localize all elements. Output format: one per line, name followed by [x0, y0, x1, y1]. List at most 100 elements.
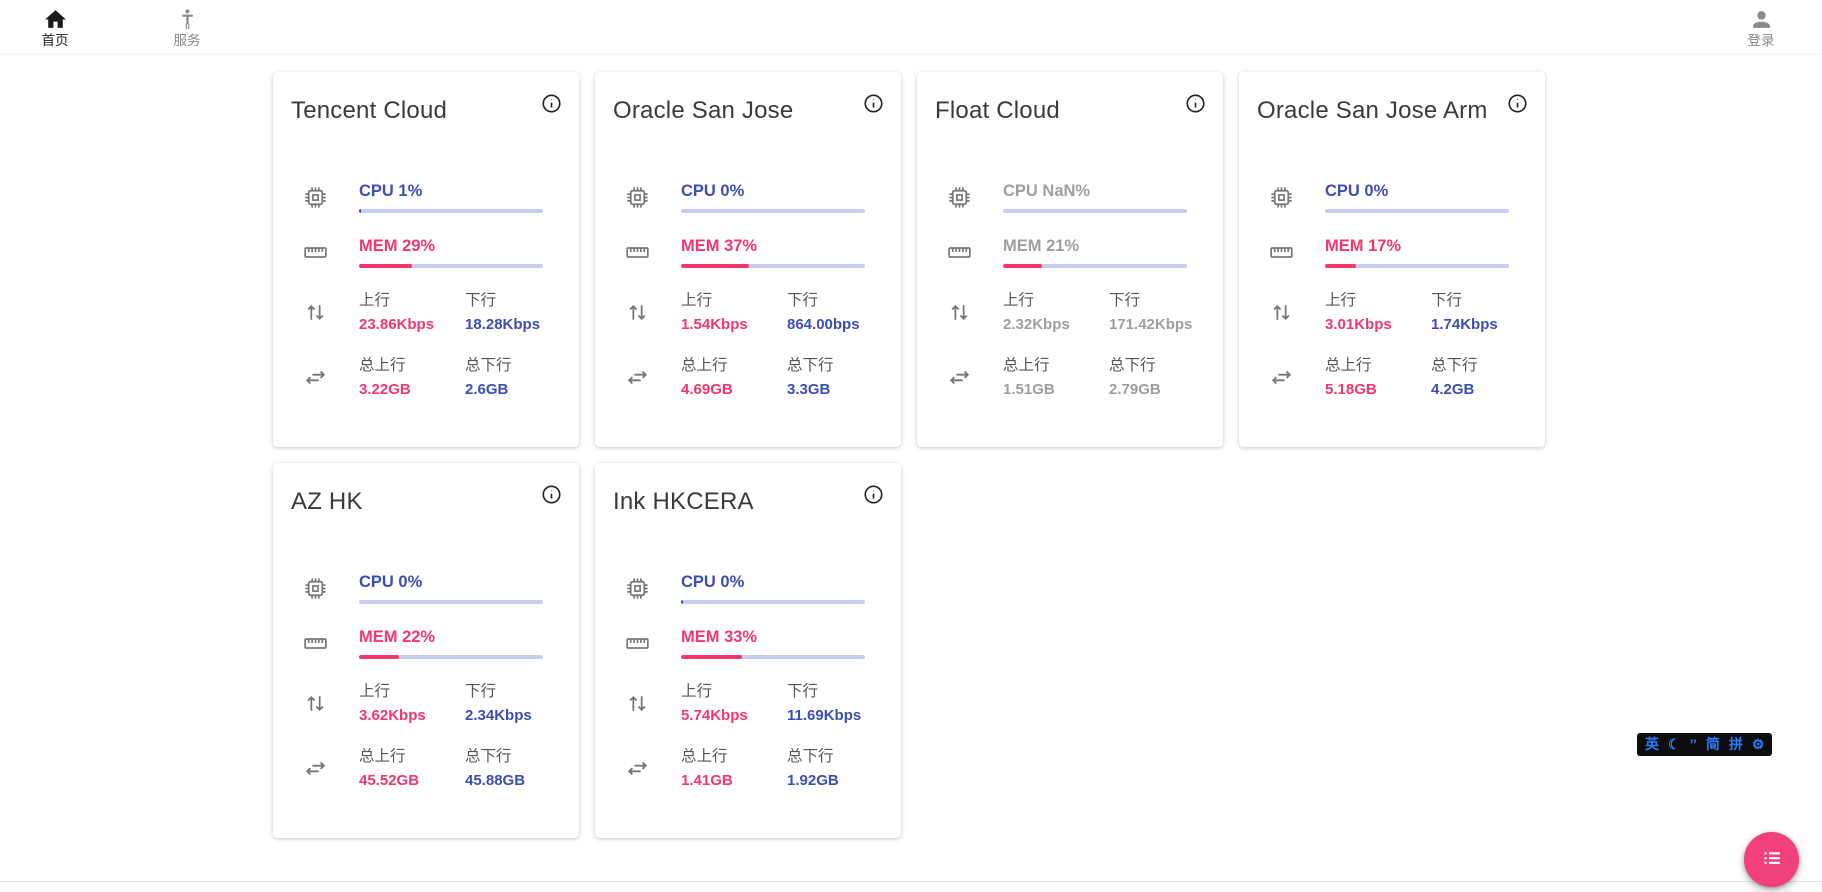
updown-arrows-icon	[945, 300, 973, 325]
total-download-label: 总下行	[465, 748, 543, 766]
total-upload-label: 总上行	[681, 357, 787, 375]
download-value: 18.28Kbps	[465, 316, 543, 333]
mem-progress-bar	[1325, 264, 1509, 268]
total-download-value: 1.92GB	[787, 772, 865, 789]
accessibility-icon	[175, 7, 200, 32]
mem-progress-bar	[359, 655, 543, 659]
updown-arrows-icon	[301, 300, 329, 325]
swap-arrows-icon	[301, 756, 329, 781]
nav-item-services[interactable]: 服务	[164, 7, 210, 49]
download-label: 下行	[1431, 292, 1509, 310]
memory-ruler-icon	[945, 239, 973, 266]
server-list-fab[interactable]	[1744, 832, 1799, 887]
upload-value: 5.74Kbps	[681, 707, 787, 724]
swap-arrows-icon	[945, 365, 973, 390]
nav-item-label: 首页	[42, 33, 69, 49]
server-card: Tencent Cloud CPU 1% MEM 29%	[273, 72, 579, 447]
total-download-label: 总下行	[1431, 357, 1509, 375]
server-name: Ink HKCERA	[613, 487, 754, 517]
ime-lang-toggle[interactable]: 英	[1645, 733, 1659, 756]
upload-label: 上行	[681, 292, 787, 310]
total-download-label: 总下行	[787, 357, 865, 375]
mem-usage-label: MEM 22%	[359, 628, 543, 647]
server-card: Float Cloud CPU NaN% MEM 21%	[917, 72, 1223, 447]
total-download-label: 总下行	[1109, 357, 1187, 375]
download-value: 864.00bps	[787, 316, 865, 333]
top-nav: 首页 服务 登录	[0, 0, 1822, 55]
cpu-chip-icon	[945, 184, 973, 211]
download-value: 171.42Kbps	[1109, 316, 1192, 333]
footer-divider	[0, 881, 1822, 892]
cpu-progress-bar	[1003, 209, 1187, 213]
mem-progress-bar	[1003, 264, 1187, 268]
mem-usage-label: MEM 37%	[681, 237, 865, 256]
ime-punctuation-toggle[interactable]: ’’	[1690, 733, 1697, 756]
download-label: 下行	[787, 292, 865, 310]
cpu-chip-icon	[301, 184, 329, 211]
updown-arrows-icon	[301, 691, 329, 716]
total-upload-label: 总上行	[681, 748, 787, 766]
server-name: AZ HK	[291, 487, 363, 517]
info-icon[interactable]	[862, 92, 885, 115]
upload-label: 上行	[1325, 292, 1431, 310]
total-upload-label: 总上行	[359, 357, 465, 375]
home-icon	[43, 7, 68, 32]
swap-arrows-icon	[623, 365, 651, 390]
total-upload-label: 总上行	[1003, 357, 1109, 375]
upload-label: 上行	[359, 683, 465, 701]
cpu-progress-bar	[681, 209, 865, 213]
cpu-progress-bar	[359, 600, 543, 604]
info-icon[interactable]	[1184, 92, 1207, 115]
server-name: Oracle San Jose Arm	[1257, 96, 1488, 126]
cpu-progress-bar	[359, 209, 543, 213]
info-icon[interactable]	[862, 483, 885, 506]
person-icon	[1749, 7, 1774, 32]
total-upload-label: 总上行	[1325, 357, 1431, 375]
updown-arrows-icon	[1267, 300, 1295, 325]
server-name: Float Cloud	[935, 96, 1060, 126]
nav-item-home[interactable]: 首页	[32, 7, 78, 49]
info-icon[interactable]	[540, 92, 563, 115]
memory-ruler-icon	[1267, 239, 1295, 266]
upload-label: 上行	[681, 683, 787, 701]
upload-value: 23.86Kbps	[359, 316, 465, 333]
list-icon	[1759, 845, 1785, 874]
mem-usage-label: MEM 33%	[681, 628, 865, 647]
ime-toolbar[interactable]: 英 ☾ ’’ 简 拼 ⚙	[1637, 733, 1772, 756]
ime-settings-gear-icon[interactable]: ⚙	[1752, 733, 1765, 756]
mem-progress-bar	[681, 655, 865, 659]
info-icon[interactable]	[1506, 92, 1529, 115]
swap-arrows-icon	[1267, 365, 1295, 390]
cpu-usage-label: CPU 1%	[359, 182, 543, 201]
server-name: Oracle San Jose	[613, 96, 793, 126]
nav-item-login[interactable]: 登录	[1738, 7, 1784, 49]
total-upload-value: 1.41GB	[681, 772, 787, 789]
server-card: Ink HKCERA CPU 0% MEM 33%	[595, 463, 901, 838]
memory-ruler-icon	[623, 630, 651, 657]
total-upload-value: 1.51GB	[1003, 381, 1109, 398]
download-label: 下行	[465, 292, 543, 310]
download-label: 下行	[787, 683, 865, 701]
total-upload-value: 4.69GB	[681, 381, 787, 398]
ime-halfwidth-moon-icon[interactable]: ☾	[1668, 733, 1681, 756]
total-upload-value: 45.52GB	[359, 772, 465, 789]
server-name: Tencent Cloud	[291, 96, 447, 126]
download-label: 下行	[465, 683, 543, 701]
nav-item-label: 服务	[174, 33, 201, 49]
ime-pinyin-toggle[interactable]: 拼	[1729, 733, 1743, 756]
ime-simplified-toggle[interactable]: 简	[1706, 733, 1720, 756]
total-download-value: 4.2GB	[1431, 381, 1509, 398]
cpu-chip-icon	[623, 575, 651, 602]
cpu-usage-label: CPU 0%	[359, 573, 543, 592]
upload-value: 3.01Kbps	[1325, 316, 1431, 333]
total-download-value: 2.6GB	[465, 381, 543, 398]
info-icon[interactable]	[540, 483, 563, 506]
memory-ruler-icon	[623, 239, 651, 266]
cpu-chip-icon	[1267, 184, 1295, 211]
server-card: Oracle San Jose Arm CPU 0% MEM	[1239, 72, 1545, 447]
download-value: 11.69Kbps	[787, 707, 865, 724]
total-download-value: 2.79GB	[1109, 381, 1187, 398]
server-card: AZ HK CPU 0% MEM 22%	[273, 463, 579, 838]
memory-ruler-icon	[301, 239, 329, 266]
download-label: 下行	[1109, 292, 1192, 310]
